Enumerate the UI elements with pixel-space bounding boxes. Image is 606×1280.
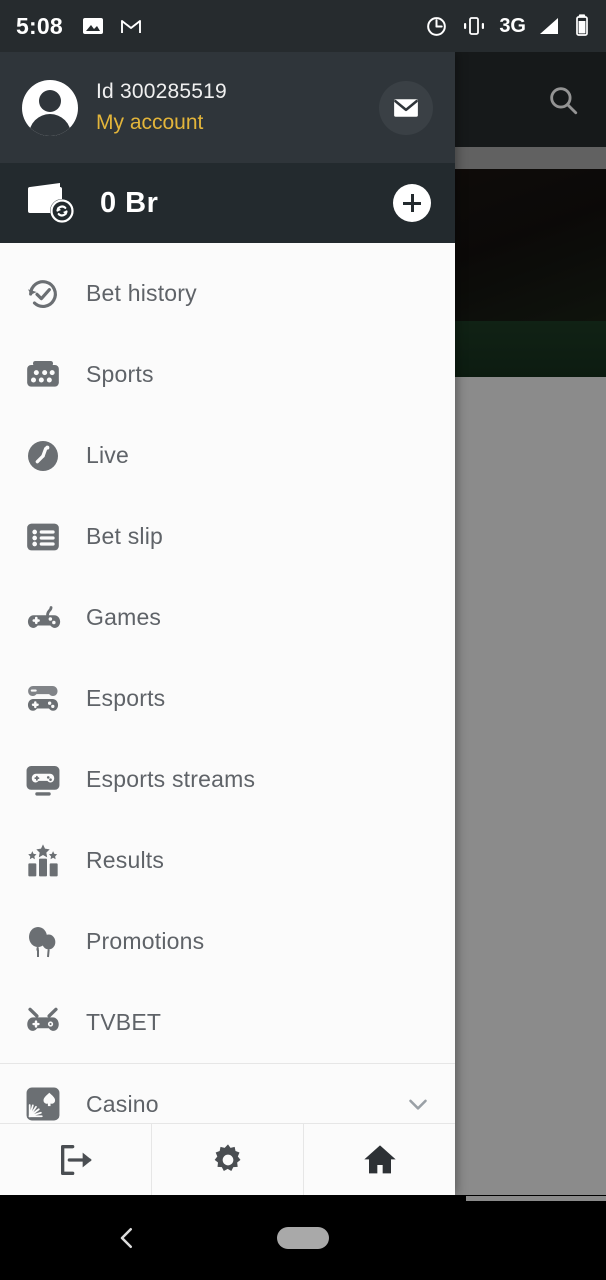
network-type-label: 3G — [499, 14, 526, 37]
account-header[interactable]: Id 300285519 My account — [0, 52, 455, 163]
sidebar-item-sports[interactable]: Sports — [0, 334, 455, 415]
status-time: 5:08 — [16, 12, 63, 39]
gamepad-icon — [22, 597, 64, 639]
gear-icon — [208, 1140, 248, 1180]
live-clock-icon — [22, 435, 64, 477]
sidebar-item-live[interactable]: Live — [0, 415, 455, 496]
sidebar-item-tvbet[interactable]: TVBET — [0, 982, 455, 1063]
sidebar-item-esports[interactable]: Esports — [0, 658, 455, 739]
avatar[interactable] — [22, 79, 78, 136]
account-id: Id 300285519 — [96, 80, 227, 103]
mail-icon — [391, 93, 421, 123]
logout-button[interactable] — [0, 1124, 151, 1195]
battery-icon — [574, 14, 590, 38]
phone-screen: SD + 30 MORE Republic of — [0, 0, 606, 1280]
sidebar-item-bet-slip[interactable]: Bet slip — [0, 496, 455, 577]
esports-streams-icon — [22, 759, 64, 801]
sidebar-item-label: Sports — [86, 361, 154, 387]
my-account-link[interactable]: My account — [96, 111, 227, 135]
casino-cards-icon — [22, 1083, 64, 1123]
sidebar-item-label: Games — [86, 604, 162, 630]
balloons-icon — [22, 921, 64, 963]
android-navigation-bar — [0, 1195, 606, 1280]
sidebar-item-esports-streams[interactable]: Esports streams — [0, 739, 455, 820]
vibrate-icon — [461, 15, 487, 37]
navigation-drawer: Id 300285519 My account 0 Br Bet history… — [0, 52, 455, 1195]
wallet-refresh-icon — [24, 179, 80, 227]
sidebar-item-label: Esports — [86, 685, 166, 711]
sidebar-item-label: Live — [86, 442, 129, 468]
sidebar-item-label: Results — [86, 847, 165, 873]
sidebar-item-label: Promotions — [86, 928, 205, 954]
sidebar-item-bet-history[interactable]: Bet history — [0, 253, 455, 334]
balance-amount: 0 Br — [100, 186, 159, 219]
gmail-icon — [119, 14, 143, 38]
location-icon — [424, 14, 449, 39]
logout-icon — [56, 1140, 96, 1180]
deposit-button[interactable] — [393, 184, 431, 222]
esports-icon — [22, 678, 64, 720]
tvbet-icon — [22, 1002, 64, 1044]
home-icon — [360, 1140, 400, 1180]
home-pill-indicator[interactable] — [277, 1226, 329, 1249]
results-podium-icon — [22, 840, 64, 882]
signal-icon — [538, 15, 562, 37]
sidebar-item-results[interactable]: Results — [0, 820, 455, 901]
drawer-toolbar — [0, 1123, 455, 1195]
status-bar: 5:08 3G — [0, 0, 606, 52]
back-chevron-icon[interactable] — [112, 1223, 142, 1253]
sidebar-item-casino[interactable]: Casino — [0, 1063, 455, 1123]
status-indicators: 3G — [424, 14, 590, 39]
sidebar-item-games[interactable]: Games — [0, 577, 455, 658]
sidebar-item-label: TVBET — [86, 1009, 162, 1035]
bet-history-icon — [22, 273, 64, 315]
sidebar-item-label: Casino — [86, 1090, 159, 1117]
home-button[interactable] — [303, 1124, 455, 1195]
mail-button[interactable] — [379, 80, 433, 135]
sidebar-item-label: Esports streams — [86, 766, 256, 792]
drawer-menu: Bet history Sports Live Bet slip Games E… — [0, 243, 455, 1123]
settings-button[interactable] — [151, 1124, 303, 1195]
bet-slip-icon — [22, 516, 64, 558]
balance-row[interactable]: 0 Br — [0, 163, 455, 243]
sidebar-item-promotions[interactable]: Promotions — [0, 901, 455, 982]
sports-icon — [22, 354, 64, 396]
sidebar-item-label: Bet slip — [86, 523, 164, 549]
chevron-down-icon[interactable] — [403, 1089, 433, 1119]
sidebar-item-label: Bet history — [86, 280, 197, 306]
scrollbar-indicator[interactable] — [466, 1196, 606, 1201]
image-icon — [81, 14, 105, 38]
